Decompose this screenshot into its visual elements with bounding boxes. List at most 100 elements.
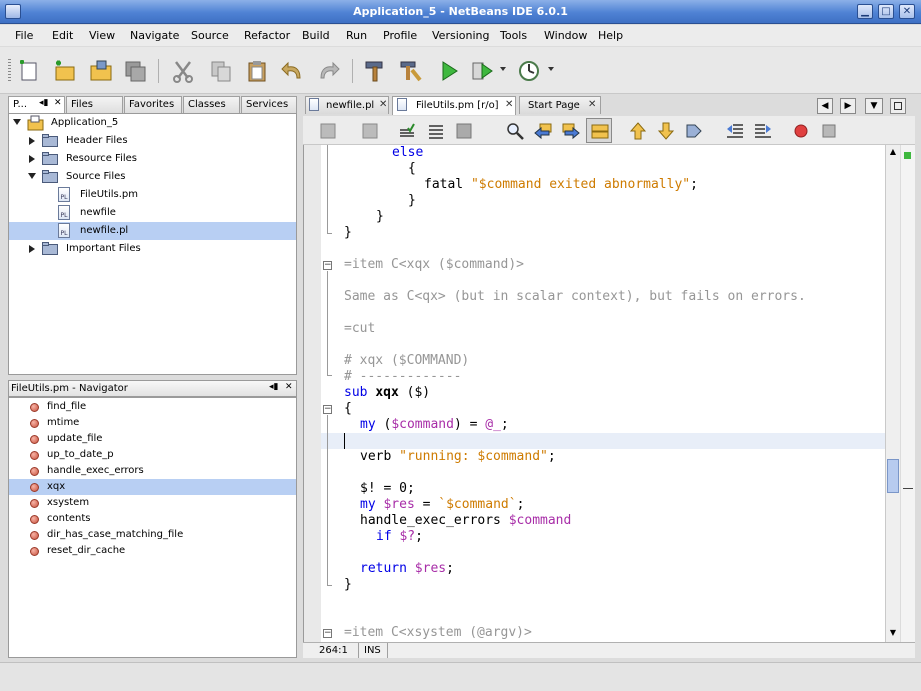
forward-history-icon[interactable] xyxy=(361,122,379,140)
copy-icon[interactable] xyxy=(208,58,234,84)
toggle-bookmark-icon[interactable] xyxy=(684,121,704,141)
expand-arrow-icon[interactable] xyxy=(29,245,35,253)
scroll-down-arrow-icon[interactable]: ▼ xyxy=(887,627,899,639)
expand-arrow-icon[interactable] xyxy=(13,119,21,125)
maximize-button[interactable]: □ xyxy=(878,4,894,19)
save-all-icon[interactable] xyxy=(123,58,149,84)
tree-item-application[interactable]: Application_5 xyxy=(9,114,296,132)
tab-classes[interactable]: Classes xyxy=(183,96,240,113)
navigator-item[interactable]: mtime xyxy=(9,415,296,431)
tree-item-newfile[interactable]: PL newfile xyxy=(9,204,296,222)
menu-build[interactable]: Build xyxy=(302,29,330,42)
comment-icon[interactable] xyxy=(455,122,473,140)
scroll-up-arrow-icon[interactable]: ▲ xyxy=(887,146,899,158)
open-project-icon[interactable] xyxy=(88,58,114,84)
minimize-panel-icon[interactable]: ◂▮ xyxy=(269,382,278,392)
expand-arrow-icon[interactable] xyxy=(28,173,36,179)
scrollbar-thumb[interactable] xyxy=(887,459,899,493)
expand-arrow-icon[interactable] xyxy=(29,155,35,163)
navigator-item[interactable]: find_file xyxy=(9,399,296,415)
navigator-item[interactable]: up_to_date_p xyxy=(9,447,296,463)
menu-versioning[interactable]: Versioning xyxy=(432,29,489,42)
menu-view[interactable]: View xyxy=(89,29,115,42)
new-file-icon[interactable] xyxy=(16,58,42,84)
maximize-editor-button[interactable] xyxy=(890,98,906,114)
redo-icon[interactable] xyxy=(315,58,341,84)
menu-refactor[interactable]: Refactor xyxy=(244,29,290,42)
fold-toggle-icon[interactable]: − xyxy=(323,405,332,414)
menu-source[interactable]: Source xyxy=(191,29,229,42)
close-tab-icon[interactable]: ✕ xyxy=(505,99,513,110)
debug-icon[interactable] xyxy=(470,58,496,84)
toolbar-grip[interactable] xyxy=(8,59,11,83)
editor-tab-newfile-pl[interactable]: newfile.pl ✕ xyxy=(305,96,389,114)
scroll-tabs-left-button[interactable]: ◀ xyxy=(817,98,833,114)
menu-profile[interactable]: Profile xyxy=(383,29,417,42)
shift-left-icon[interactable] xyxy=(725,121,745,141)
error-stripe[interactable] xyxy=(901,145,915,642)
cut-icon[interactable] xyxy=(170,58,196,84)
tree-item-source-files[interactable]: Source Files xyxy=(9,168,296,186)
build-hammer-icon[interactable] xyxy=(362,58,388,84)
editor-vertical-scrollbar[interactable]: ▲ ▼ xyxy=(885,145,900,642)
previous-bookmark-icon[interactable] xyxy=(628,121,648,141)
tree-item-important-files[interactable]: Important Files xyxy=(9,240,296,258)
navigator-item-selected[interactable]: xqx xyxy=(9,479,296,495)
tree-item-fileutils[interactable]: PL FileUtils.pm xyxy=(9,186,296,204)
close-tab-icon[interactable]: ✕ xyxy=(588,99,596,110)
menu-file[interactable]: File xyxy=(15,29,33,42)
debug-dropdown-icon[interactable] xyxy=(500,67,506,71)
undo-icon[interactable] xyxy=(280,58,306,84)
find-next-icon[interactable] xyxy=(561,121,581,141)
next-bookmark-icon[interactable] xyxy=(656,121,676,141)
tab-files[interactable]: Files xyxy=(66,96,123,113)
navigator-item[interactable]: xsystem xyxy=(9,495,296,511)
toggle-highlight-button[interactable] xyxy=(586,118,612,143)
tab-favorites[interactable]: Favorites xyxy=(124,96,182,113)
navigator-item[interactable]: reset_dir_cache xyxy=(9,543,296,559)
menu-navigate[interactable]: Navigate xyxy=(130,29,179,42)
format-icon[interactable] xyxy=(427,122,445,140)
menu-tools[interactable]: Tools xyxy=(500,29,527,42)
close-tab-icon[interactable]: ✕ xyxy=(54,98,62,108)
menu-run[interactable]: Run xyxy=(346,29,367,42)
clean-build-icon[interactable] xyxy=(398,58,424,84)
editor-tab-start-page[interactable]: Start Page ✕ xyxy=(519,96,601,114)
minimize-panel-icon[interactable]: ◂▮ xyxy=(39,98,48,108)
profile-icon[interactable] xyxy=(516,58,542,84)
navigator-item[interactable]: dir_has_case_matching_file xyxy=(9,527,296,543)
navigator-item[interactable]: handle_exec_errors xyxy=(9,463,296,479)
tree-item-resource-files[interactable]: Resource Files xyxy=(9,150,296,168)
editor-tab-fileutils[interactable]: FileUtils.pm [r/o] ✕ xyxy=(392,96,516,115)
menu-window[interactable]: Window xyxy=(544,29,587,42)
expand-arrow-icon[interactable] xyxy=(29,137,35,145)
paste-icon[interactable] xyxy=(244,58,270,84)
navigator-item[interactable]: contents xyxy=(9,511,296,527)
tab-services[interactable]: Services xyxy=(241,96,297,113)
shift-right-icon[interactable] xyxy=(753,121,773,141)
find-icon[interactable] xyxy=(505,121,525,141)
navigator-item[interactable]: update_file xyxy=(9,431,296,447)
tree-item-newfile-pl[interactable]: PL newfile.pl xyxy=(9,222,296,240)
check-icon[interactable] xyxy=(398,122,416,140)
tab-projects[interactable]: P... ◂▮ ✕ xyxy=(8,96,65,113)
stop-macro-recording-icon[interactable] xyxy=(821,123,837,139)
tree-item-header-files[interactable]: Header Files xyxy=(9,132,296,150)
fold-toggle-icon[interactable]: − xyxy=(323,261,332,270)
close-button[interactable]: ✕ xyxy=(899,4,915,19)
start-macro-recording-icon[interactable] xyxy=(793,123,809,139)
find-previous-icon[interactable] xyxy=(533,121,553,141)
close-tab-icon[interactable]: ✕ xyxy=(379,99,387,110)
scroll-tabs-right-button[interactable]: ▶ xyxy=(840,98,856,114)
run-icon[interactable] xyxy=(436,58,462,84)
tab-list-dropdown-button[interactable]: ▼ xyxy=(865,98,883,114)
back-history-icon[interactable] xyxy=(319,122,337,140)
profile-dropdown-icon[interactable] xyxy=(548,67,554,71)
menu-help[interactable]: Help xyxy=(598,29,623,42)
menu-edit[interactable]: Edit xyxy=(52,29,73,42)
code-editor[interactable]: else { fatal "$command exited abnormally… xyxy=(303,145,899,642)
close-panel-icon[interactable]: ✕ xyxy=(285,382,293,392)
fold-toggle-icon[interactable]: − xyxy=(323,629,332,638)
minimize-button[interactable]: ▁ xyxy=(857,4,873,19)
new-project-icon[interactable] xyxy=(52,58,78,84)
